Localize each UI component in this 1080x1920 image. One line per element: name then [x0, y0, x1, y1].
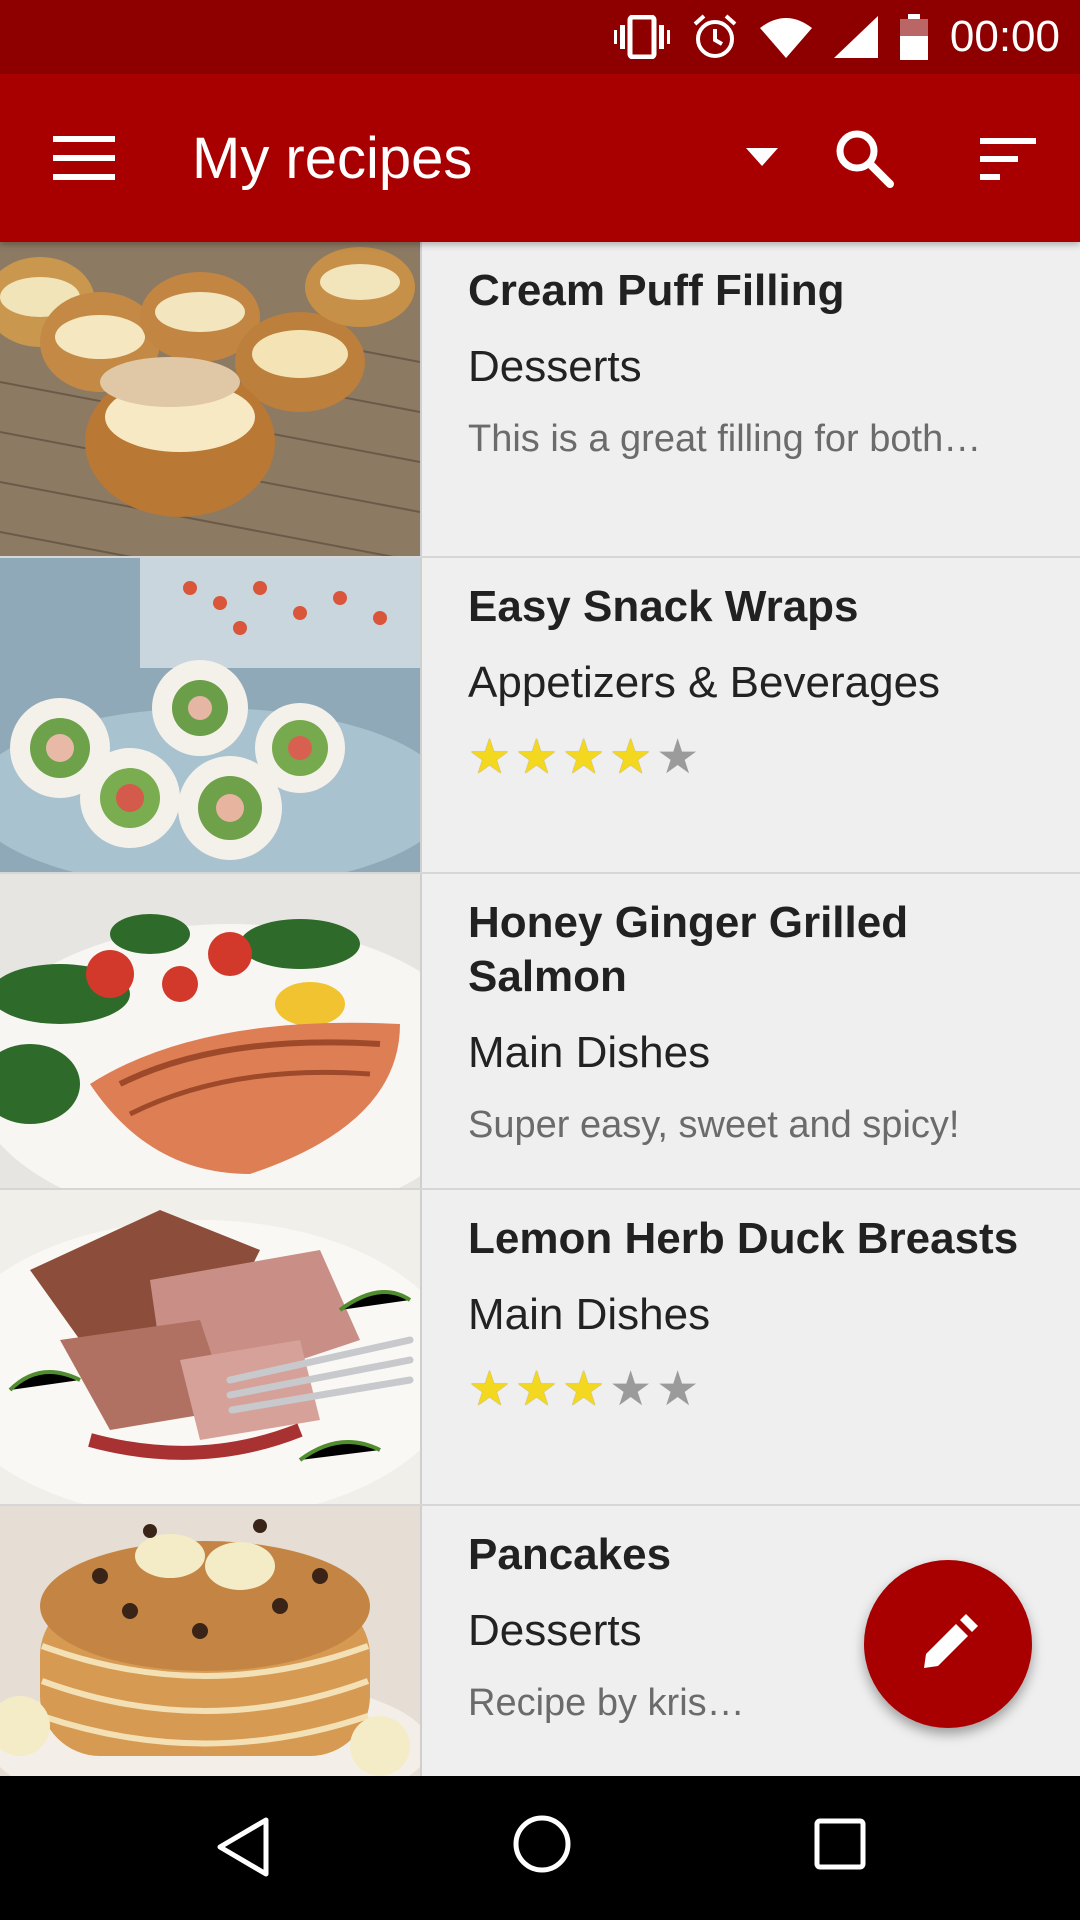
page-title[interactable]: My recipes: [192, 124, 472, 194]
status-time: 00:00: [949, 12, 1060, 61]
star-empty-icon: ★: [656, 1363, 700, 1416]
recipe-category: Desserts: [468, 342, 642, 391]
star-rating: ★ ★ ★ ★ ★: [468, 1364, 1048, 1416]
recipe-list: Cream Puff Filling Desserts This is a gr…: [0, 242, 1080, 1776]
recipe-description: Super easy, sweet and spicy!: [468, 1104, 960, 1146]
list-item-honey-ginger-grilled-salmon[interactable]: Honey Ginger Grilled Salmon Main Dishes …: [0, 874, 1080, 1190]
edit-recipe-button[interactable]: [864, 1560, 1032, 1728]
list-item-lemon-herb-duck-breasts[interactable]: Lemon Herb Duck Breasts Main Dishes ★ ★ ★ ★…: [0, 1190, 1080, 1506]
recipe-title: Cream Puff Filling: [468, 266, 845, 315]
star-filled-icon: ★: [468, 731, 512, 784]
cellular-signal-icon: [833, 16, 878, 58]
vibrate-icon: [613, 15, 670, 59]
recipe-thumbnail: [0, 1190, 422, 1504]
navigation-bar: [0, 1776, 1080, 1920]
star-filled-icon: ★: [562, 1363, 606, 1416]
dropdown-arrow-icon[interactable]: [746, 148, 778, 168]
recipe-description: This is a great filling for both…: [468, 418, 982, 460]
list-item-easy-snack-wraps[interactable]: Easy Snack Wraps Appetizers & Beverages …: [0, 558, 1080, 874]
star-filled-icon: ★: [609, 731, 653, 784]
alarm-icon: [693, 14, 737, 58]
recipe-thumbnail: [0, 1506, 422, 1776]
recipe-title-line1: Honey Ginger Grilled: [468, 898, 909, 947]
sort-icon[interactable]: [978, 136, 1038, 182]
recipe-info: Honey Ginger Grilled Salmon Main Dishes …: [468, 896, 1048, 1148]
home-icon[interactable]: [512, 1814, 572, 1874]
star-filled-icon: ★: [562, 731, 606, 784]
back-icon[interactable]: [214, 1816, 270, 1878]
app-bar: My recipes: [0, 74, 1080, 242]
search-icon[interactable]: [834, 128, 894, 188]
star-rating: ★ ★ ★ ★ ★: [468, 732, 1048, 784]
recipe-title-line2: Salmon: [468, 952, 627, 1001]
star-empty-icon: ★: [609, 1363, 653, 1416]
star-empty-icon: ★: [656, 731, 700, 784]
recents-icon[interactable]: [814, 1818, 866, 1870]
list-item-cream-puff-filling[interactable]: Cream Puff Filling Desserts This is a gr…: [0, 242, 1080, 558]
star-filled-icon: ★: [515, 731, 559, 784]
recipe-info: Lemon Herb Duck Breasts Main Dishes ★ ★ ★ ★…: [468, 1212, 1048, 1416]
recipe-title: Honey Ginger Grilled Salmon: [468, 896, 1048, 1004]
star-filled-icon: ★: [515, 1363, 559, 1416]
recipe-info: Easy Snack Wraps Appetizers & Beverages …: [468, 580, 1048, 784]
battery-icon: [899, 14, 928, 60]
wifi-icon: [759, 18, 812, 58]
recipe-category: Main Dishes: [468, 1290, 711, 1339]
recipe-info: Cream Puff Filling Desserts This is a gr…: [468, 264, 1048, 462]
recipe-category: Main Dishes: [468, 1028, 711, 1077]
recipe-title: Lemon Herb Duck Breasts: [468, 1214, 1019, 1263]
recipe-title: Easy Snack Wraps: [468, 582, 859, 631]
recipe-thumbnail: [0, 874, 422, 1188]
menu-icon[interactable]: [53, 132, 115, 184]
recipe-thumbnail: [0, 558, 422, 872]
recipe-category: Appetizers & Beverages: [468, 658, 941, 707]
pencil-icon: [924, 1614, 978, 1668]
recipe-thumbnail: [0, 242, 422, 556]
status-bar: 00:00: [0, 0, 1080, 74]
star-filled-icon: ★: [468, 1363, 512, 1416]
